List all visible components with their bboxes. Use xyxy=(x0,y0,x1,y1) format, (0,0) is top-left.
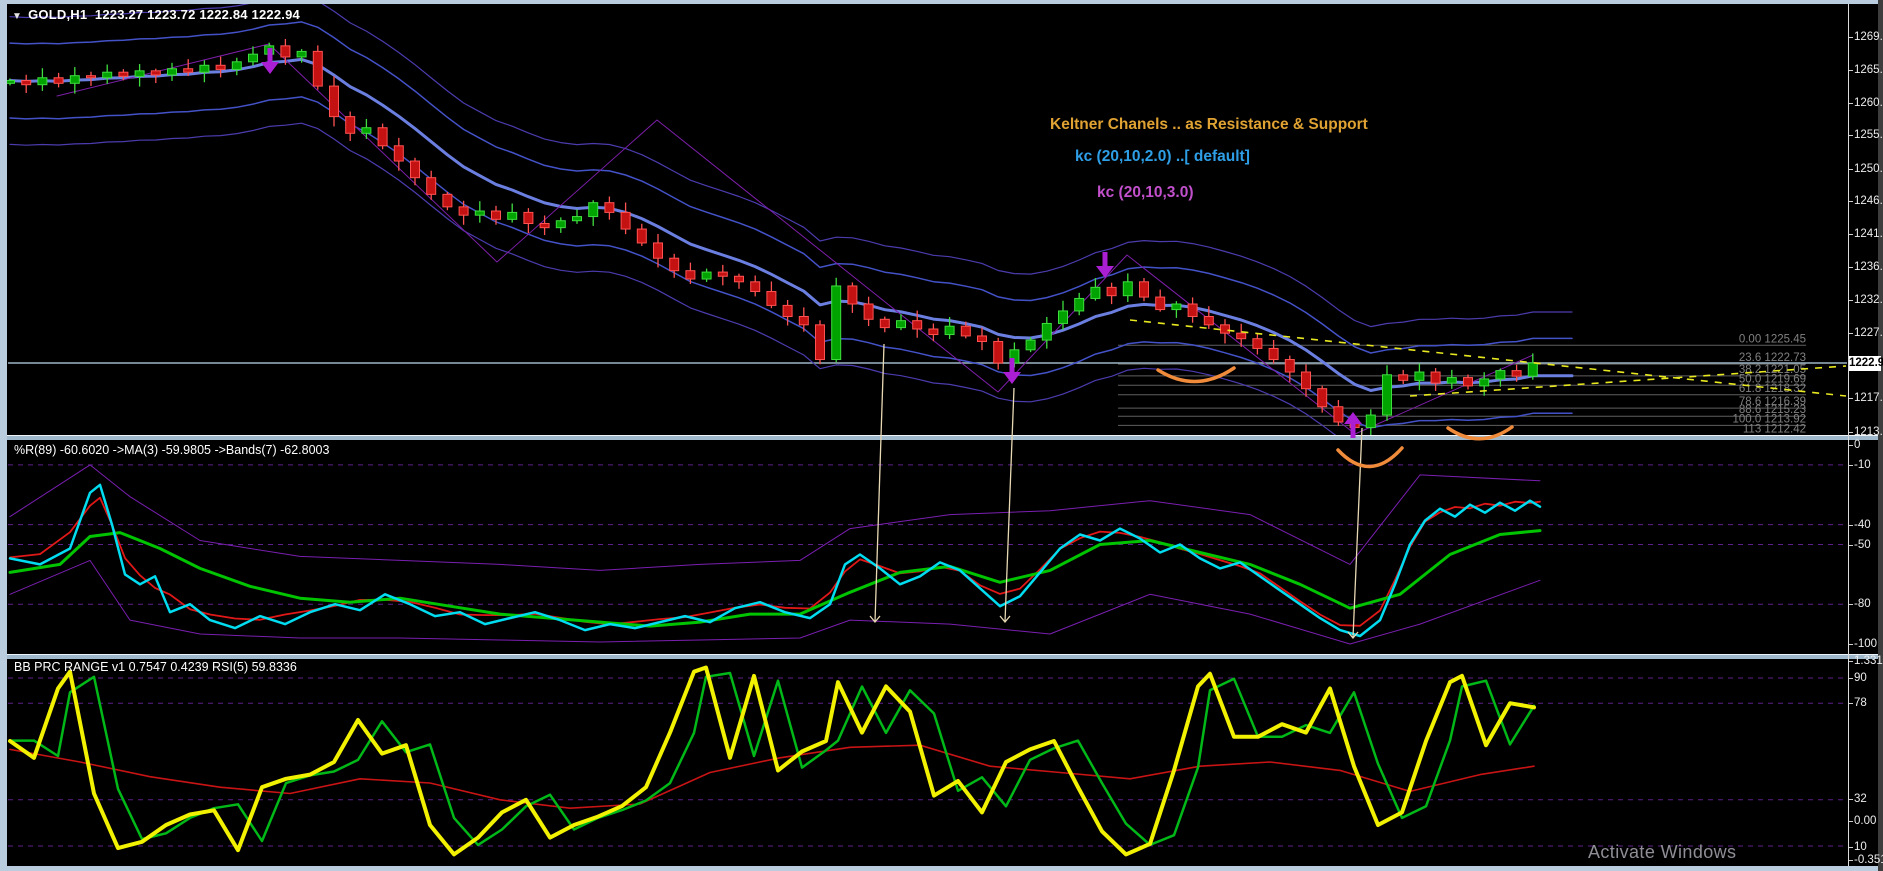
axis-tick xyxy=(1849,299,1853,301)
main-price-label: 1269.9 xyxy=(1854,30,1883,43)
axis-tick xyxy=(1849,799,1853,800)
bb-value-label: 90 xyxy=(1854,672,1867,684)
main-price-label: 1250.9 xyxy=(1854,162,1883,175)
axis-tick xyxy=(1849,70,1853,72)
symbol-dropdown-icon[interactable]: ▼ xyxy=(12,11,22,22)
current-price-badge: 1222.9 xyxy=(1849,356,1883,371)
panel-separator[interactable] xyxy=(7,435,1878,440)
main-price-label: 1265.1 xyxy=(1854,64,1883,77)
axis-tick xyxy=(1849,703,1853,704)
bb-value-label: 32 xyxy=(1854,793,1867,805)
activate-windows-watermark: Activate Windows xyxy=(1588,842,1737,862)
percent-r-value-label: -50 xyxy=(1854,538,1871,551)
bb-indicator-label: BB PRC RANGE v1 0.7547 0.4239 RSI(5) 59.… xyxy=(14,660,297,674)
main-price-label: 1227.2 xyxy=(1854,327,1883,340)
bb-value-label: 10 xyxy=(1854,841,1867,853)
window-frame-bottom xyxy=(0,866,1883,871)
bb-prc-range-indicator-panel[interactable] xyxy=(7,658,1848,865)
annotation-kc-default: kc (20,10,2.0) ..[ default] xyxy=(1075,148,1250,165)
axis-tick xyxy=(1849,168,1853,170)
axis-tick xyxy=(1849,544,1853,546)
chart-title-symbol: GOLD,H1 xyxy=(28,7,88,22)
window-frame-left xyxy=(0,0,7,871)
annotation-kc-3: kc (20,10,3.0) xyxy=(1097,184,1194,201)
main-price-label: 1255.7 xyxy=(1854,129,1883,142)
percent-r-value-label: -10 xyxy=(1854,458,1871,471)
main-price-label: 1241.5 xyxy=(1854,227,1883,240)
price-axis[interactable]: 1269.9 1265.1 1260.4 1255.7 1250.9 1246.2 1241… xyxy=(1849,4,1883,866)
percent-r-indicator-label: %R(89) -60.6020 ->MA(3) -59.9805 ->Bands… xyxy=(14,443,330,457)
axis-tick xyxy=(1849,233,1853,235)
chart-title: ▼ GOLD,H1 1223.27 1223.72 1222.84 1222.94 xyxy=(12,7,300,22)
axis-tick xyxy=(1849,398,1853,400)
axis-tick xyxy=(1849,267,1853,269)
panel-separator[interactable] xyxy=(7,654,1878,659)
axis-tick xyxy=(1849,431,1853,433)
main-price-label: 1232.0 xyxy=(1854,293,1883,306)
percent-r-value-label: -100 xyxy=(1854,638,1878,650)
bb-value-label: 1.3317 xyxy=(1854,655,1883,667)
bb-value-label: 78 xyxy=(1854,697,1867,709)
bb-value-label: 0.00 xyxy=(1854,815,1877,827)
main-price-label: 1246.2 xyxy=(1854,195,1883,208)
main-price-chart-panel[interactable] xyxy=(7,4,1848,435)
axis-tick xyxy=(1849,201,1853,203)
axis-tick xyxy=(1849,644,1853,645)
main-price-label: 1236.7 xyxy=(1854,261,1883,274)
axis-tick xyxy=(1849,604,1853,606)
percent-r-value-label: -80 xyxy=(1854,598,1871,611)
axis-tick xyxy=(1849,524,1853,526)
axis-tick xyxy=(1849,860,1853,861)
percent-r-value-label: -40 xyxy=(1854,518,1871,531)
main-price-label: 1260.4 xyxy=(1854,96,1883,109)
axis-tick xyxy=(1849,661,1853,662)
axis-tick xyxy=(1849,445,1853,446)
axis-tick xyxy=(1849,464,1853,466)
main-price-label: 1217.8 xyxy=(1854,392,1883,405)
axis-tick xyxy=(1849,333,1853,335)
percent-r-value-label: 0 xyxy=(1854,439,1861,451)
axis-tick xyxy=(1849,102,1853,104)
axis-tick xyxy=(1849,135,1853,137)
percent-r-indicator-panel[interactable] xyxy=(7,439,1848,654)
chart-title-ohlc: 1223.27 1223.72 1222.84 1222.94 xyxy=(94,7,300,22)
axis-tick xyxy=(1849,821,1853,822)
bb-value-label: -0.351 xyxy=(1854,854,1883,866)
axis-tick xyxy=(1849,36,1853,38)
annotation-keltner-title: Keltner Chanels .. as Resistance & Suppo… xyxy=(1050,116,1368,133)
axis-tick xyxy=(1849,678,1853,679)
main-price-label: 1213.0 xyxy=(1854,425,1883,438)
axis-tick xyxy=(1849,847,1853,848)
